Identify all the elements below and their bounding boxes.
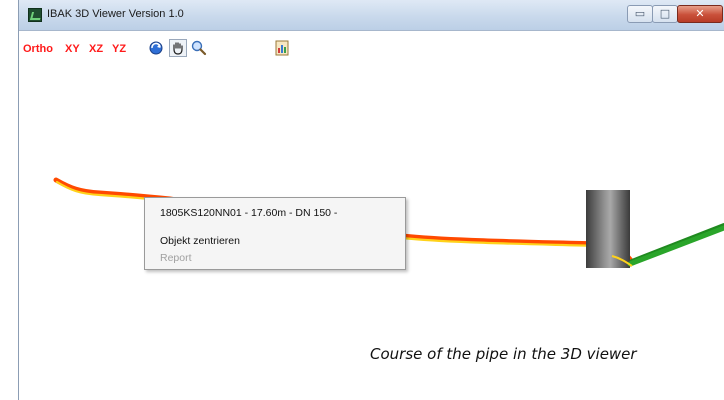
context-menu-object-info: 1805KS120NN01 - 17.60m - DN 150 -: [160, 207, 338, 219]
menu-item-center-object[interactable]: Objekt zentrieren: [160, 235, 240, 247]
pipe-segment-connected[interactable]: [629, 223, 724, 265]
manhole-shaft[interactable]: [586, 190, 630, 268]
menu-item-report: Report: [160, 252, 192, 264]
figure-caption: Course of the pipe in the 3D viewer: [370, 345, 637, 363]
context-menu: 1805KS120NN01 - 17.60m - DN 150 - Objekt…: [144, 197, 406, 270]
